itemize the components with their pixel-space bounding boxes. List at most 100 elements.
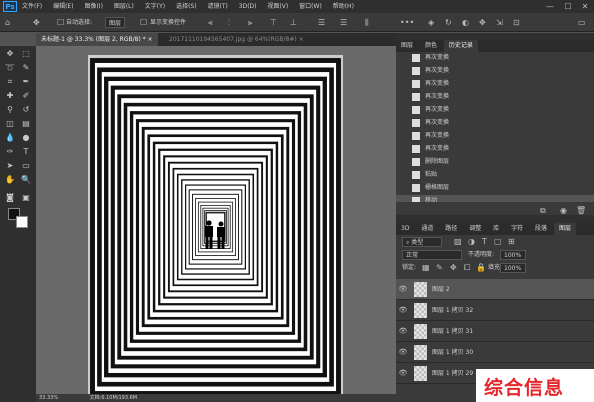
- filter-adjust-icon[interactable]: ◑: [468, 237, 475, 246]
- lock-all-icon[interactable]: 🔒: [476, 263, 486, 272]
- visibility-eye-icon[interactable]: 👁: [396, 300, 410, 320]
- 3d-pan-icon[interactable]: ✥: [479, 17, 486, 28]
- menu-3d[interactable]: 3D(D): [239, 0, 257, 13]
- history-item[interactable]: 粘贴: [396, 169, 594, 182]
- filter-pixel-icon[interactable]: ▨: [454, 237, 462, 246]
- zoom-readout[interactable]: 33.33%: [39, 395, 58, 401]
- 3d-roll-icon[interactable]: ◐: [462, 17, 469, 28]
- photoshop-logo[interactable]: Ps: [3, 1, 17, 12]
- tab-layers-collapsed[interactable]: 图层: [396, 40, 418, 52]
- distribute-h-icon[interactable]: ⫼: [365, 17, 369, 28]
- workspace-icon[interactable]: ▭: [578, 17, 586, 28]
- align-center-icon[interactable]: ⫶: [228, 17, 230, 28]
- move-tool-icon[interactable]: ✥: [3, 48, 17, 60]
- tab-layers[interactable]: 图层: [553, 223, 576, 235]
- tab-channels[interactable]: 通道: [416, 223, 438, 235]
- tab-document-active[interactable]: 未标题-1 @ 33.3% (图层 2, RGB/8) * ×: [36, 33, 158, 46]
- history-item-current[interactable]: 移动: [396, 195, 594, 202]
- tab-history[interactable]: 历史记录: [443, 40, 478, 52]
- maximize-icon[interactable]: ☐: [560, 0, 576, 13]
- layer-name[interactable]: 图层 1 拷贝 30: [432, 349, 473, 356]
- history-item[interactable]: 再次变换: [396, 143, 594, 156]
- stamp-tool-icon[interactable]: ⚲: [3, 104, 17, 116]
- visibility-eye-icon[interactable]: 👁: [396, 279, 410, 299]
- menu-layer[interactable]: 图层(L): [114, 0, 134, 13]
- close-icon[interactable]: ✕: [577, 0, 593, 13]
- history-item[interactable]: 栅格图层: [396, 182, 594, 195]
- auto-select-checkbox[interactable]: ☐: [57, 17, 64, 28]
- dodge-tool-icon[interactable]: ●: [19, 132, 33, 144]
- layer-name[interactable]: 图层 1 拷贝 29: [432, 370, 473, 377]
- eraser-tool-icon[interactable]: ◫: [3, 118, 17, 130]
- layer-row[interactable]: 👁 图层 1 拷贝 30: [396, 342, 594, 363]
- align-right-icon[interactable]: ⫸: [248, 17, 253, 28]
- visibility-eye-icon[interactable]: 👁: [396, 363, 410, 383]
- eyedropper-tool-icon[interactable]: ✒: [19, 76, 33, 88]
- shape-tool-icon[interactable]: ▭: [19, 160, 33, 172]
- history-item[interactable]: 再次变换: [396, 130, 594, 143]
- tab-paragraph[interactable]: 段落: [530, 223, 552, 235]
- move-tool-icon[interactable]: ✥: [33, 17, 40, 28]
- align-middle-icon[interactable]: ⊥: [290, 17, 297, 28]
- zoom-tool-icon[interactable]: 🔍: [19, 174, 33, 186]
- transform-checkbox[interactable]: ☐: [140, 17, 147, 28]
- crop-tool-icon[interactable]: ⌗: [3, 76, 17, 88]
- layer-name[interactable]: 图层 2: [432, 286, 450, 293]
- tab-adjustments[interactable]: 调整: [464, 223, 486, 235]
- 3d-rotate-icon[interactable]: ↻: [445, 17, 452, 28]
- history-item[interactable]: 再次变换: [396, 104, 594, 117]
- lock-artboard-icon[interactable]: ⧠: [464, 263, 470, 273]
- filter-smart-icon[interactable]: ⊞: [508, 237, 515, 246]
- visibility-eye-icon[interactable]: 👁: [396, 321, 410, 341]
- marquee-tool-icon[interactable]: ⬚: [19, 48, 33, 60]
- new-document-from-state-icon[interactable]: ⧉: [540, 206, 546, 216]
- tab-character[interactable]: 字符: [506, 223, 528, 235]
- history-item[interactable]: 再次变换: [396, 91, 594, 104]
- snapshot-icon[interactable]: ◉: [560, 206, 567, 215]
- layer-kind-filter[interactable]: ⌕ 类型: [402, 237, 442, 247]
- menu-type[interactable]: 文字(Y): [145, 0, 165, 13]
- history-item[interactable]: 再次变换: [396, 52, 594, 65]
- history-item[interactable]: 再次变换: [396, 65, 594, 78]
- 3d-mode-icon[interactable]: ◈: [428, 17, 434, 28]
- lock-paint-icon[interactable]: ✎: [436, 263, 443, 272]
- tab-libraries[interactable]: 库: [488, 223, 504, 235]
- menu-filter[interactable]: 滤镜(T): [208, 0, 228, 13]
- menu-select[interactable]: 选择(S): [176, 0, 197, 13]
- history-item[interactable]: 再次变换: [396, 78, 594, 91]
- filter-type-icon[interactable]: T: [482, 237, 487, 246]
- 3d-scale-icon[interactable]: ⊡: [513, 17, 520, 28]
- menu-image[interactable]: 图像(I): [84, 0, 102, 13]
- layer-name[interactable]: 图层 1 拷贝 32: [432, 307, 473, 314]
- distribute-v-icon[interactable]: ☰: [340, 17, 347, 28]
- tab-paths[interactable]: 路径: [440, 223, 462, 235]
- lock-pixels-icon[interactable]: ▦: [422, 263, 430, 272]
- delete-icon[interactable]: 🗑: [576, 206, 586, 215]
- gradient-tool-icon[interactable]: ▤: [19, 118, 33, 130]
- layer-row[interactable]: 👁 图层 2: [396, 279, 594, 300]
- blend-mode-dropdown[interactable]: 正常: [402, 250, 462, 260]
- document-canvas[interactable]: [88, 55, 343, 398]
- visibility-eye-icon[interactable]: 👁: [396, 342, 410, 362]
- type-tool-icon[interactable]: T: [19, 146, 33, 158]
- blur-tool-icon[interactable]: 💧: [3, 132, 17, 144]
- auto-select-dropdown[interactable]: 图层: [105, 17, 126, 28]
- history-item[interactable]: 再次变换: [396, 117, 594, 130]
- screen-mode-icon[interactable]: ▣: [19, 192, 33, 204]
- brush-tool-icon[interactable]: ✐: [19, 90, 33, 102]
- align-top-icon[interactable]: ⊤: [270, 17, 277, 28]
- minimize-icon[interactable]: —: [542, 0, 558, 13]
- menu-view[interactable]: 视图(V): [267, 0, 288, 13]
- filter-shape-icon[interactable]: ▢: [494, 237, 502, 246]
- path-select-tool-icon[interactable]: ➤: [3, 160, 17, 172]
- lock-position-icon[interactable]: ✥: [450, 263, 457, 272]
- menu-window[interactable]: 窗口(W): [299, 0, 322, 13]
- history-brush-tool-icon[interactable]: ↺: [19, 104, 33, 116]
- brush-select-tool-icon[interactable]: ✎: [19, 62, 33, 74]
- opacity-field[interactable]: 100%: [500, 250, 526, 260]
- home-icon[interactable]: ⌂: [5, 17, 10, 28]
- tab-3d[interactable]: 3D: [396, 223, 414, 235]
- 3d-slide-icon[interactable]: ⇲: [496, 17, 503, 28]
- layer-row[interactable]: 👁 图层 1 拷贝 32: [396, 300, 594, 321]
- more-options-icon[interactable]: •••: [400, 17, 414, 28]
